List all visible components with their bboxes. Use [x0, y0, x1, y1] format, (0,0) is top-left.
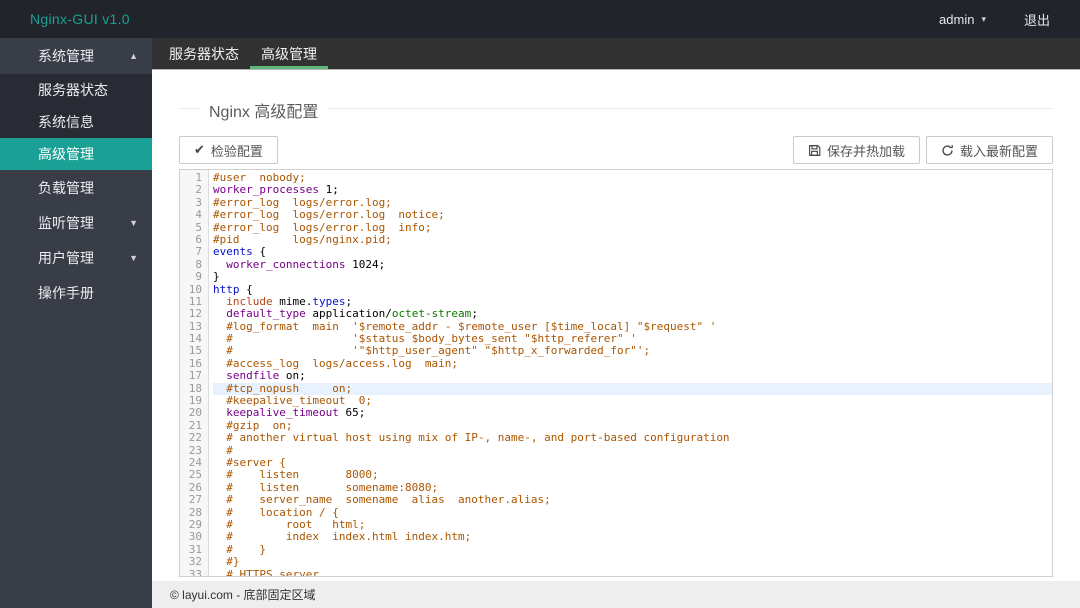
sidebar-item-label: 系统信息	[38, 114, 94, 130]
line-number: 32	[188, 555, 202, 569]
load-latest-button[interactable]: 载入最新配置	[925, 136, 1053, 164]
editor-toolbar: ✔ 检验配置 保存并热加载 载入最新配置	[179, 136, 1053, 164]
refresh-icon	[941, 144, 954, 157]
sidebar-item-label: 系统管理	[38, 48, 94, 64]
sidebar-item-负载管理[interactable]: 负载管理	[0, 170, 152, 205]
line-number: 25	[188, 468, 202, 482]
line-number: 20	[188, 406, 202, 420]
section-title-rule: Nginx 高级配置	[179, 98, 1053, 122]
chevron-down-icon: ▼	[129, 217, 138, 228]
page-content: Nginx 高级配置 ✔ 检验配置 保存并热加载 载入最新配置 1 2 3 4 …	[152, 70, 1080, 581]
sidebar-item-label: 用户管理	[38, 249, 94, 266]
check-config-button[interactable]: ✔ 检验配置	[179, 136, 278, 164]
tab-高级管理[interactable]: 高级管理	[250, 38, 328, 69]
check-icon: ✔	[194, 142, 205, 157]
user-menu[interactable]: admin ▾	[939, 12, 986, 27]
line-number: 7	[195, 245, 202, 259]
header-right: admin ▾ 退出	[939, 10, 1050, 29]
main-column: 服务器状态 高级管理 Nginx 高级配置 ✔ 检验配置 保存并热加载 载入最新…	[152, 38, 1080, 608]
layout-shell: 系统管理 ▲ 服务器状态 系统信息 高级管理 负载管理 监听管理 ▼ 用户管理 ▼ 操作手册 服务器…	[0, 38, 1080, 608]
save-icon	[808, 144, 821, 157]
line-number: 2	[195, 183, 202, 197]
logout-link[interactable]: 退出	[1024, 10, 1050, 29]
code-line[interactable]: }	[213, 270, 1052, 283]
chevron-down-icon: ▾	[981, 13, 986, 24]
code-line[interactable]: #}	[213, 555, 1052, 568]
code-line[interactable]: #user nobody;	[213, 171, 1052, 184]
page-footer: © layui.com - 底部固定区域	[152, 581, 1080, 608]
save-reload-button[interactable]: 保存并热加载	[792, 136, 920, 164]
line-number: 9	[195, 270, 202, 284]
chevron-up-icon: ▲	[129, 51, 138, 61]
line-number: 27	[188, 493, 202, 507]
sidebar-item-label: 监听管理	[38, 214, 94, 231]
username: admin	[939, 11, 975, 27]
sidebar-item-label: 服务器状态	[38, 82, 108, 98]
sidebar-item-label: 操作手册	[38, 284, 94, 301]
config-code-editor[interactable]: 1 2 3 4 5 6 7 8 9 10 11 12 13 14 15 16 17 18 19 20 21 22 23 24 2…	[179, 169, 1053, 577]
load-latest-label: 载入最新配置	[959, 143, 1038, 159]
sidebar-item-服务器状态[interactable]: 服务器状态	[0, 74, 152, 106]
line-number: 12	[188, 307, 202, 321]
save-reload-label: 保存并热加载	[826, 143, 905, 159]
line-number: 4	[195, 208, 202, 222]
code-line[interactable]: # another virtual host using mix of IP-,…	[213, 432, 1052, 444]
sidebar-item-label: 高级管理	[38, 146, 94, 162]
sidebar-item-系统管理[interactable]: 系统管理 ▲	[0, 38, 152, 74]
sidebar-item-高级管理[interactable]: 高级管理	[0, 138, 152, 170]
check-config-label: 检验配置	[210, 143, 263, 159]
code-line[interactable]: keepalive_timeout 65;	[213, 407, 1052, 419]
chevron-down-icon: ▼	[129, 252, 138, 263]
code-line[interactable]: # server_name somename alias another.ali…	[213, 493, 1052, 506]
line-number: 22	[188, 431, 202, 445]
sidebar: 系统管理 ▲ 服务器状态系统信息高级管理负载管理监听管理 ▼ 用户管理 ▼ 操作手册	[0, 38, 152, 608]
sidebar-item-label: 负载管理	[38, 179, 94, 196]
app-logo: Nginx-GUI v1.0	[30, 11, 130, 27]
top-header: Nginx-GUI v1.0 admin ▾ 退出	[0, 0, 1080, 38]
line-number: 30	[188, 530, 202, 544]
sidebar-item-用户管理[interactable]: 用户管理 ▼	[0, 240, 152, 275]
line-number-gutter: 1 2 3 4 5 6 7 8 9 10 11 12 13 14 15 16 17 18 19 20 21 22 23 24 2…	[180, 170, 209, 576]
sidebar-item-系统信息[interactable]: 系统信息	[0, 106, 152, 138]
code-line[interactable]: #access_log logs/access.log main;	[213, 357, 1052, 370]
code-area[interactable]: #user nobody; worker_processes 1; #error_l…	[209, 170, 1052, 576]
code-line[interactable]: worker_connections 1024;	[213, 258, 1052, 271]
sidebar-item-操作手册[interactable]: 操作手册	[0, 275, 152, 310]
page-title: Nginx 高级配置	[199, 98, 329, 122]
tab-服务器状态[interactable]: 服务器状态	[158, 38, 250, 69]
code-line[interactable]: # }	[213, 543, 1052, 556]
code-line[interactable]: # HTTPS server	[213, 568, 1052, 576]
line-number: 33	[188, 567, 202, 577]
line-number: 15	[188, 344, 202, 358]
tab-bar: 服务器状态 高级管理	[152, 38, 1080, 70]
line-number: 17	[188, 369, 202, 383]
sidebar-item-监听管理[interactable]: 监听管理 ▼	[0, 205, 152, 240]
code-line[interactable]: #	[213, 444, 1052, 457]
code-line[interactable]: #pid logs/nginx.pid;	[213, 233, 1052, 246]
code-line[interactable]: # index index.html index.htm;	[213, 531, 1052, 543]
